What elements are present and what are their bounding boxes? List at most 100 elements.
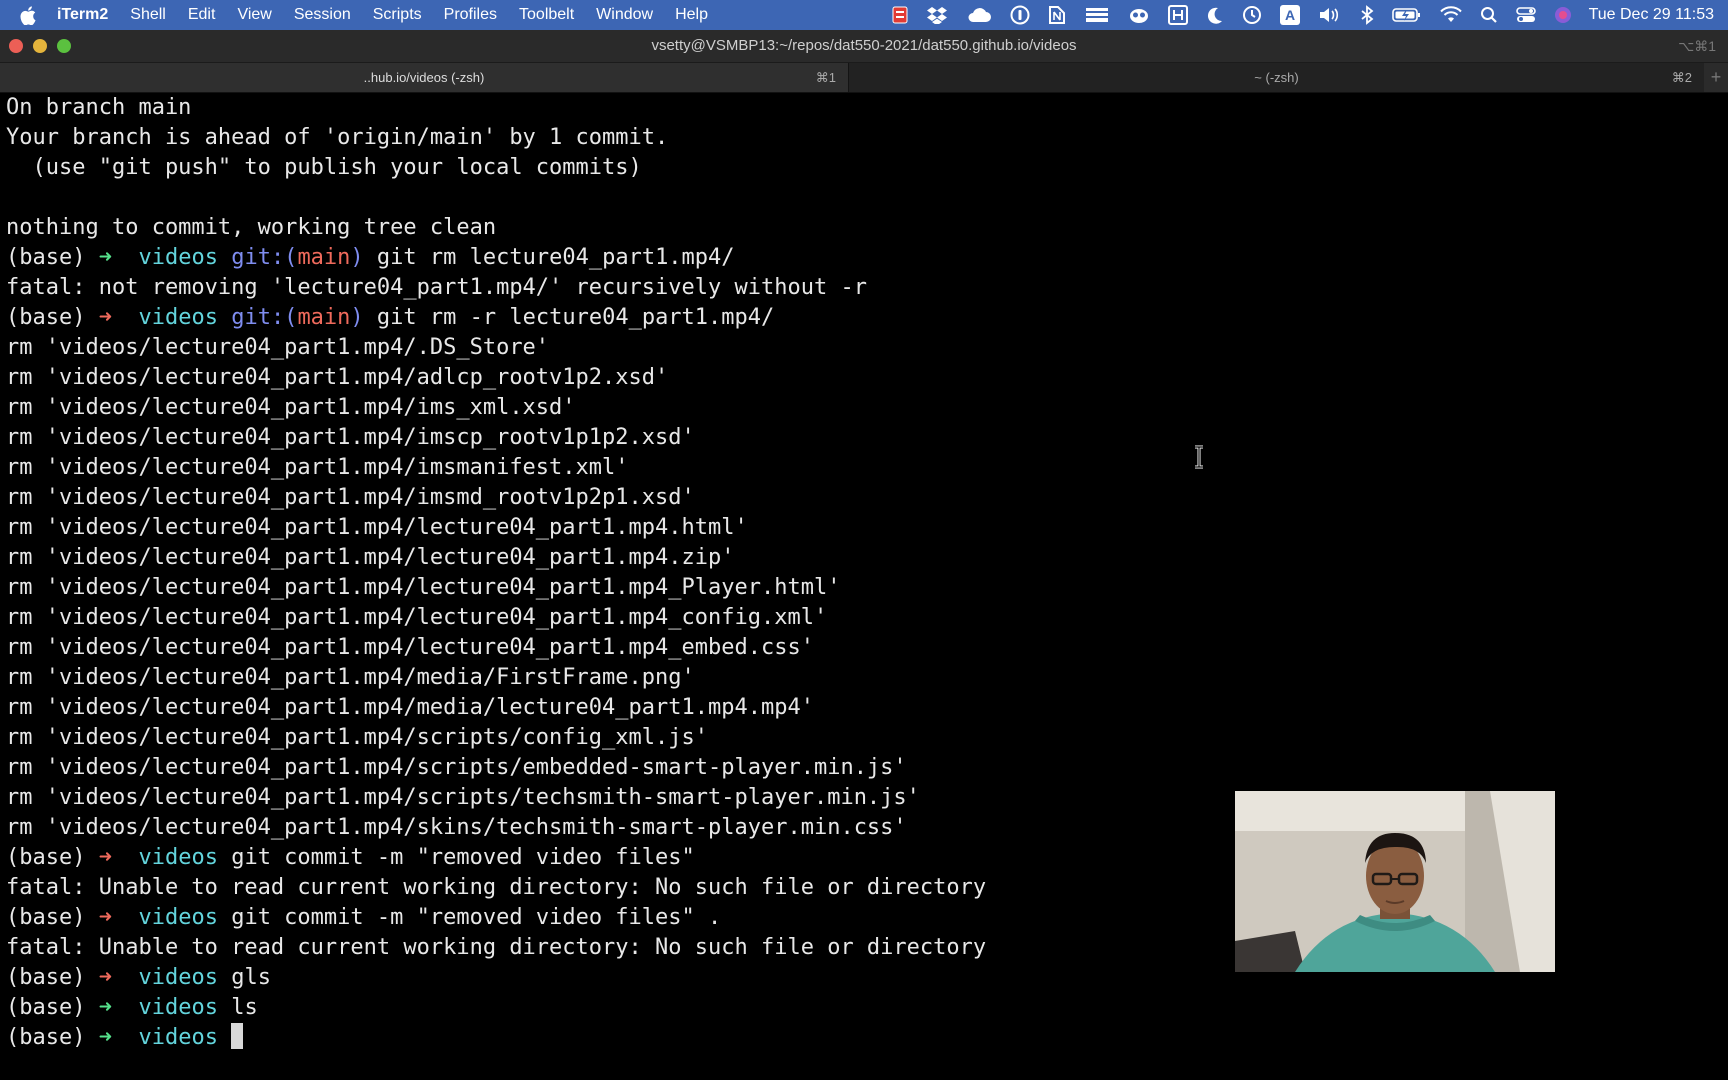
window-titlebar[interactable]: vsetty@VSMBP13:~/repos/dat550-2021/dat55…: [0, 30, 1728, 63]
text-segment: Your branch is ahead of 'origin/main' by…: [6, 125, 669, 150]
control-center-icon[interactable]: [1507, 0, 1545, 30]
menu-shell[interactable]: Shell: [119, 0, 177, 30]
text-cursor: [231, 1023, 244, 1049]
menu-iterm2[interactable]: iTerm2: [46, 0, 119, 30]
new-tab-button[interactable]: +: [1704, 63, 1728, 92]
notion-icon[interactable]: [1039, 0, 1075, 30]
menu-toolbelt[interactable]: Toolbelt: [508, 0, 585, 30]
webcam-overlay[interactable]: [1235, 791, 1555, 972]
menu-session[interactable]: Session: [283, 0, 362, 30]
menu-profiles[interactable]: Profiles: [433, 0, 508, 30]
dropbox-icon[interactable]: [917, 0, 957, 30]
text-segment: rm 'videos/lecture04_part1.mp4/imsmd_roo…: [6, 485, 695, 510]
wifi-icon[interactable]: [1431, 0, 1471, 30]
terminal-line: rm 'videos/lecture04_part1.mp4/lecture04…: [6, 633, 986, 663]
text-segment: fatal: Unable to read current working di…: [6, 875, 987, 900]
siri-icon[interactable]: [1545, 0, 1581, 30]
prompt-blue-segment: git:(: [231, 245, 298, 270]
menu-edit[interactable]: Edit: [177, 0, 227, 30]
owl-icon[interactable]: [1119, 0, 1159, 30]
keyboard-icon[interactable]: [1159, 0, 1197, 30]
text-segment: (base): [6, 305, 99, 330]
recording-icon[interactable]: [883, 0, 917, 30]
menu-window[interactable]: Window: [585, 0, 664, 30]
text-segment: [218, 245, 231, 270]
window-title: vsetty@VSMBP13:~/repos/dat550-2021/dat55…: [651, 37, 1077, 54]
stack-icon[interactable]: [1075, 0, 1119, 30]
prompt-cyan-segment: videos: [138, 995, 218, 1020]
terminal-line: (base) ➜ videos git:(main) git rm -r lec…: [6, 303, 986, 333]
text-segment: ls: [217, 995, 258, 1020]
terminal-line: rm 'videos/lecture04_part1.mp4/imsmanife…: [6, 453, 986, 483]
tab-videos-zsh[interactable]: ..hub.io/videos (-zsh) ⌘1: [0, 63, 849, 92]
prompt-cyan-segment: videos: [138, 905, 218, 930]
prompt-blue-segment: git:(: [231, 305, 298, 330]
menu-view[interactable]: View: [226, 0, 282, 30]
text-segment: gls: [217, 965, 271, 990]
prompt-cyan-segment: videos: [138, 1025, 218, 1050]
text-segment: git rm -r lecture04_part1.mp4/: [363, 305, 775, 330]
text-segment: fatal: not removing 'lecture04_part1.mp4…: [6, 275, 867, 300]
menubar-clock[interactable]: Tue Dec 29 11:53: [1581, 6, 1728, 24]
text-segment: On branch main: [6, 95, 192, 120]
text-segment: [112, 965, 139, 990]
text-segment: git commit -m "removed video files": [217, 845, 695, 870]
text-segment: rm 'videos/lecture04_part1.mp4/lecture04…: [6, 515, 748, 540]
terminal-line: (base) ➜ videos gls: [6, 963, 986, 993]
text-segment: [112, 305, 139, 330]
text-segment: git rm lecture04_part1.mp4/: [363, 245, 735, 270]
apple-icon[interactable]: [10, 0, 46, 30]
menu-help[interactable]: Help: [664, 0, 719, 30]
text-segment: rm 'videos/lecture04_part1.mp4/.DS_Store…: [6, 335, 550, 360]
text-segment: rm 'videos/lecture04_part1.mp4/lecture04…: [6, 575, 841, 600]
terminal-line: (use "git push" to publish your local co…: [6, 153, 986, 183]
text-segment: [112, 1025, 139, 1050]
terminal-line: rm 'videos/lecture04_part1.mp4/skins/tec…: [6, 813, 986, 843]
text-segment: git commit -m "removed video files" .: [217, 905, 722, 930]
volume-icon[interactable]: [1309, 0, 1351, 30]
prompt-red-segment: ➜: [98, 845, 112, 870]
terminal-line: rm 'videos/lecture04_part1.mp4/adlcp_roo…: [6, 363, 986, 393]
prompt-cyan-segment: videos: [138, 305, 218, 330]
time-machine-icon[interactable]: [1233, 0, 1271, 30]
text-segment: rm 'videos/lecture04_part1.mp4/ims_xml.x…: [6, 395, 576, 420]
tab-shortcut: ⌘1: [815, 70, 836, 85]
prompt-red-segment: ➜: [98, 965, 112, 990]
prompt-green-segment: ➜: [98, 995, 112, 1020]
onepassword-icon[interactable]: [1001, 0, 1039, 30]
bluetooth-icon[interactable]: [1351, 0, 1383, 30]
terminal-line: rm 'videos/lecture04_part1.mp4/lecture04…: [6, 543, 986, 573]
terminal-line: rm 'videos/lecture04_part1.mp4/.DS_Store…: [6, 333, 986, 363]
terminal-line: ​: [6, 183, 986, 213]
terminal-line: rm 'videos/lecture04_part1.mp4/lecture04…: [6, 573, 986, 603]
text-segment: rm 'videos/lecture04_part1.mp4/imsmanife…: [6, 455, 629, 480]
tab-home-zsh[interactable]: ~ (-zsh) ⌘2: [849, 63, 1704, 92]
tab-label: ..hub.io/videos (-zsh): [363, 70, 485, 85]
ibeam-cursor-icon: [1195, 445, 1203, 469]
terminal-line: fatal: Unable to read current working di…: [6, 873, 986, 903]
terminal-line: fatal: not removing 'lecture04_part1.mp4…: [6, 273, 986, 303]
text-segment: nothing to commit, working tree clean: [6, 215, 497, 240]
menu-scripts[interactable]: Scripts: [362, 0, 433, 30]
text-segment: rm 'videos/lecture04_part1.mp4/scripts/c…: [6, 725, 708, 750]
macos-menu-bar: iTerm2 Shell Edit View Session Scripts P…: [0, 0, 1728, 30]
prompt-red-segment: ➜: [98, 305, 112, 330]
terminal-line: rm 'videos/lecture04_part1.mp4/imsmd_roo…: [6, 483, 986, 513]
input-source-icon[interactable]: A: [1271, 0, 1309, 30]
moon-icon[interactable]: [1197, 0, 1233, 30]
cloud-icon[interactable]: [957, 0, 1001, 30]
prompt-pink-segment: main: [297, 245, 351, 270]
text-segment: (base): [6, 995, 99, 1020]
window-shortcut: ⌥⌘1: [1678, 38, 1716, 54]
text-segment: rm 'videos/lecture04_part1.mp4/skins/tec…: [6, 815, 907, 840]
terminal-line: nothing to commit, working tree clean: [6, 213, 986, 243]
search-icon[interactable]: [1471, 0, 1507, 30]
prompt-cyan-segment: videos: [138, 845, 218, 870]
terminal-line: rm 'videos/lecture04_part1.mp4/lecture04…: [6, 513, 986, 543]
battery-icon[interactable]: [1383, 0, 1431, 30]
text-segment: [112, 845, 139, 870]
text-segment: [218, 305, 231, 330]
input-source-label: A: [1285, 7, 1295, 23]
terminal-line: On branch main: [6, 93, 986, 123]
text-segment: rm 'videos/lecture04_part1.mp4/adlcp_roo…: [6, 365, 669, 390]
